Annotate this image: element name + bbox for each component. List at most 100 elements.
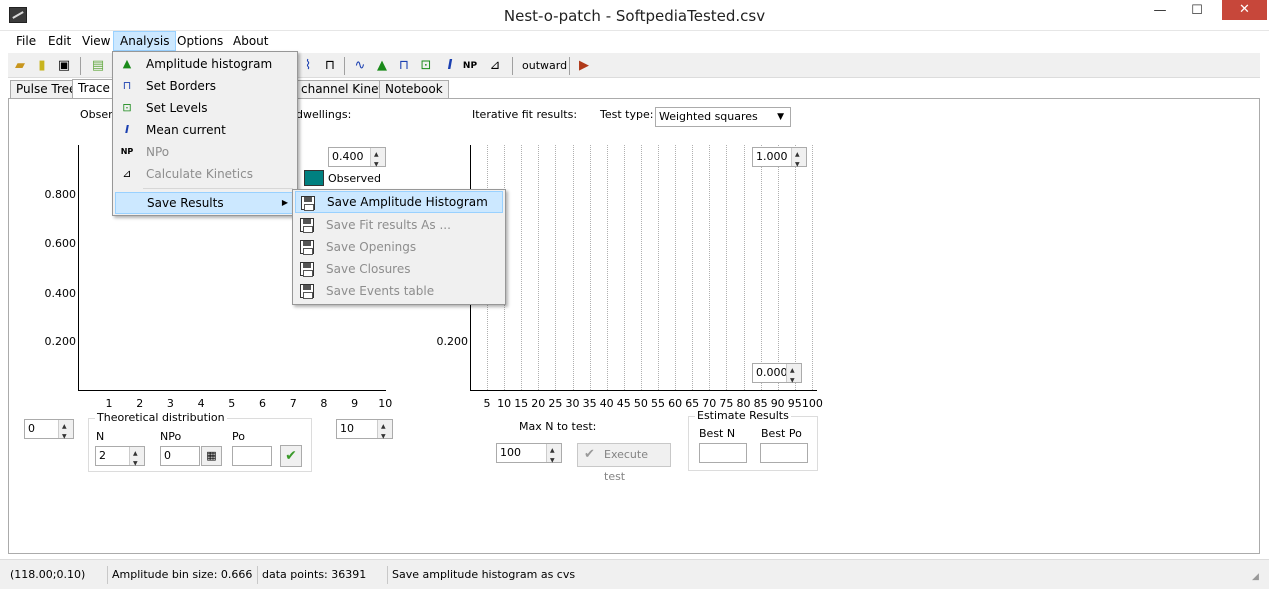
open-file-icon[interactable]: ▮ — [32, 56, 52, 76]
toolbar-separator — [569, 57, 570, 75]
left-x-tick: 1 — [105, 397, 113, 410]
spin-arrows-icon[interactable] — [546, 442, 561, 470]
best-po-label: Best Po — [761, 427, 802, 440]
kinetics-icon: ⊿ — [122, 167, 132, 180]
menu-item-label: Save Fit results As ... — [326, 218, 451, 232]
amplitude-histogram-icon[interactable]: ▲ — [372, 56, 392, 76]
submenu-arrow-icon: ▶ — [281, 198, 288, 207]
mean-current-icon[interactable]: I — [440, 56, 460, 76]
menu-item-amplitude-histogram[interactable]: ▲ Amplitude histogram — [115, 53, 295, 75]
tab-notebook[interactable]: Notebook — [379, 80, 449, 99]
menu-item-save-results[interactable]: Save Results ▶ — [115, 192, 295, 214]
left-chart-x-axis — [78, 390, 386, 391]
left-x-tick: 2 — [136, 397, 144, 410]
status-bar: (118.00;0.10) Amplitude bin size: 0.666 … — [0, 559, 1269, 589]
save-results-submenu: Save Amplitude Histogram Save Fit result… — [292, 189, 506, 305]
exit-icon[interactable]: ▶ — [574, 56, 594, 76]
po-label: Po — [232, 430, 245, 443]
status-data-points: data points: 36391 — [258, 566, 388, 584]
grid-line — [589, 145, 591, 390]
menu-edit[interactable]: Edit — [42, 31, 77, 51]
apply-check-icon[interactable]: ✔ — [280, 445, 302, 467]
spin-arrows-icon[interactable] — [129, 445, 144, 473]
menu-analysis[interactable]: Analysis — [113, 31, 177, 51]
grid-line — [777, 145, 779, 390]
menu-item-mean-current[interactable]: I Mean current — [115, 119, 295, 141]
spin-arrows-icon[interactable] — [786, 362, 801, 390]
menu-file[interactable]: File — [10, 31, 42, 51]
chevron-down-icon: ▼ — [777, 112, 784, 122]
calculator-icon[interactable]: ▦ — [201, 446, 222, 466]
save-icon[interactable]: ▣ — [54, 56, 74, 76]
trace-icon[interactable]: ∿ — [350, 56, 370, 76]
floppy-disk-icon — [300, 240, 314, 255]
print-icon[interactable]: ▤ — [88, 56, 108, 76]
spin-arrows-icon[interactable] — [370, 146, 385, 174]
left-y-tick: 0.400 — [44, 287, 77, 300]
best-n-field[interactable] — [699, 443, 747, 463]
test-type-value: Weighted squares — [659, 110, 758, 123]
menu-item-save-amplitude-histogram[interactable]: Save Amplitude Histogram — [295, 191, 503, 213]
min-level-spin[interactable]: 0 — [24, 418, 74, 446]
histogram-max-spin[interactable]: 0.400 — [328, 146, 386, 174]
menu-item-label: Mean current — [146, 123, 226, 137]
levels-icon[interactable]: ⊡ — [416, 56, 436, 76]
menu-item-save-closures[interactable]: Save Closures — [295, 258, 503, 280]
grid-line — [811, 145, 813, 390]
kinetics-icon[interactable]: ⊿ — [485, 56, 505, 76]
grid-line — [623, 145, 625, 390]
left-x-tick: 7 — [289, 397, 297, 410]
tab-trace[interactable]: Trace — [72, 79, 116, 99]
menu-options[interactable]: Options — [171, 31, 229, 51]
fit-min-spin[interactable]: 0.000 — [752, 362, 802, 390]
menu-item-set-levels[interactable]: ⊡ Set Levels — [115, 97, 295, 119]
borders-icon[interactable]: ⊓ — [394, 56, 414, 76]
max-n-label: Max N to test: — [519, 420, 597, 433]
spin-arrows-icon[interactable] — [58, 418, 73, 446]
close-button[interactable]: ✕ — [1222, 0, 1267, 20]
menu-item-label: NPo — [146, 145, 170, 159]
test-type-select[interactable]: Weighted squares ▼ — [655, 107, 791, 127]
n-spin[interactable]: 2 — [95, 445, 145, 473]
best-po-field[interactable] — [760, 443, 808, 463]
max-n-spin[interactable]: 100 — [496, 442, 562, 470]
fit-max-spin[interactable]: 1.000 — [752, 146, 807, 174]
npo-field[interactable]: 0 — [160, 446, 200, 466]
npo-icon: NP — [120, 147, 134, 156]
left-x-tick: 4 — [197, 397, 205, 410]
menu-item-save-fit-results[interactable]: Save Fit results As ... — [295, 214, 503, 236]
po-field[interactable] — [232, 446, 272, 466]
minimize-button[interactable]: — — [1143, 0, 1177, 22]
menu-item-npo[interactable]: NP NPo — [115, 141, 295, 163]
left-chart-y-axis — [78, 145, 79, 391]
menu-view[interactable]: View — [76, 31, 116, 51]
execute-test-button[interactable]: ✔ Execute test — [577, 443, 671, 483]
observed-swatch[interactable] — [304, 170, 324, 186]
grid-line — [760, 145, 762, 390]
menu-item-label: Save Closures — [326, 262, 411, 276]
set-borders-icon[interactable]: ⌇ — [298, 56, 318, 76]
menu-item-save-openings[interactable]: Save Openings — [295, 236, 503, 258]
menu-about[interactable]: About — [227, 31, 274, 51]
menu-item-calculate-kinetics[interactable]: ⊿ Calculate Kinetics — [115, 163, 295, 185]
npo-icon[interactable]: NP — [460, 56, 480, 76]
status-coords: (118.00;0.10) — [6, 566, 108, 584]
resize-grip-icon[interactable]: ◢ — [1252, 572, 1259, 582]
toolbar-separator — [80, 57, 81, 75]
open-folder-icon[interactable]: ▰ — [10, 56, 30, 76]
set-levels-icon[interactable]: ⊓ — [320, 56, 340, 76]
grid-line — [555, 145, 557, 390]
grid-line — [538, 145, 540, 390]
menu-item-label: Amplitude histogram — [146, 57, 273, 71]
menu-item-set-borders[interactable]: ⊓ Set Borders — [115, 75, 295, 97]
maximize-button[interactable]: ☐ — [1180, 0, 1214, 22]
set-levels-icon: ⊡ — [122, 101, 132, 114]
spin-arrows-icon[interactable] — [791, 146, 806, 174]
spin-arrows-icon[interactable] — [377, 418, 392, 446]
bins-spin[interactable]: 10 — [336, 418, 393, 446]
direction-toggle[interactable]: outward — [522, 59, 567, 72]
menu-item-save-events-table[interactable]: Save Events table — [295, 280, 503, 302]
left-x-tick: 5 — [228, 397, 236, 410]
grid-line — [606, 145, 608, 390]
left-y-tick: 0.600 — [44, 237, 77, 250]
